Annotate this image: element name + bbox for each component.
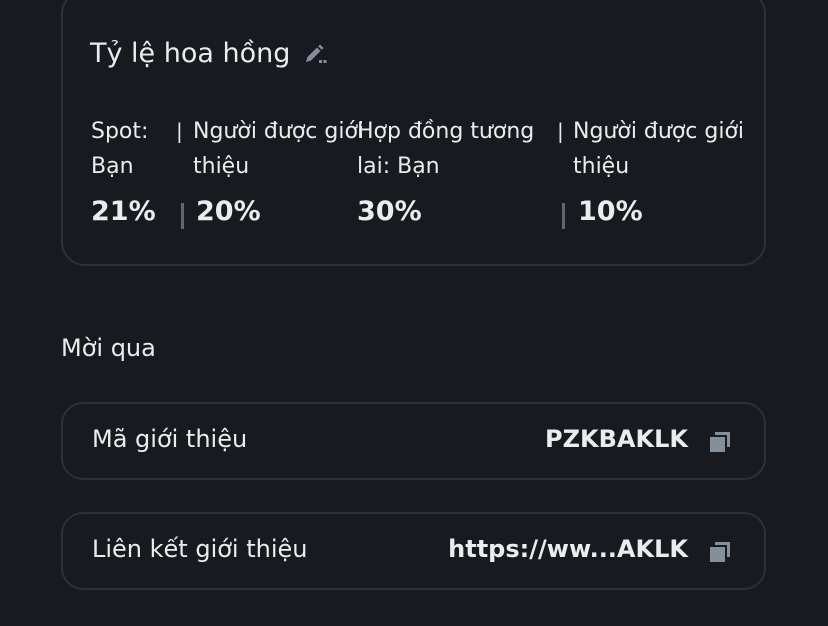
copy-code-icon[interactable]: [708, 430, 732, 454]
futures-label-line1: Hợp đồng tương: [357, 119, 535, 144]
commission-rate-header[interactable]: Tỷ lệ hoa hồng: [90, 38, 328, 69]
futures-referred-line2: thiệu: [573, 154, 630, 179]
spot-referred-line2: thiệu: [193, 154, 250, 179]
futures-label: Hợp đồng tương lai: Bạn: [357, 114, 534, 184]
spot-referred-value: 20%: [196, 196, 261, 227]
edit-icon[interactable]: [302, 41, 328, 67]
spot-label-line1: Spot:: [91, 119, 149, 144]
futures-label-line2: lai: Bạn: [357, 154, 440, 179]
spot-you-value: 21%: [91, 196, 156, 227]
referral-link-label: Liên kết giới thiệu: [92, 535, 308, 563]
spot-label: Spot: Bạn: [91, 114, 148, 184]
futures-separator: |: [557, 119, 564, 143]
futures-value-divider: [562, 203, 565, 229]
spot-referred-line1: Người được giới: [193, 119, 365, 144]
spot-value-divider: [181, 203, 184, 229]
futures-referred-label: Người được giới thiệu: [573, 114, 744, 184]
spot-referred-label: Người được giới thiệu: [193, 114, 364, 184]
commission-rate-title: Tỷ lệ hoa hồng: [90, 38, 291, 69]
futures-you-value: 30%: [357, 196, 422, 227]
copy-link-icon[interactable]: [708, 540, 732, 564]
referral-page: Tỷ lệ hoa hồng Spot: Bạn | Người được gi…: [0, 0, 828, 626]
referral-code-label: Mã giới thiệu: [92, 425, 248, 453]
referral-code-value: PZKBAKLK: [545, 425, 688, 453]
invite-section-title: Mời qua: [61, 334, 156, 362]
futures-referred-line1: Người được giới: [573, 119, 745, 144]
spot-separator: |: [176, 119, 183, 143]
spot-you-label: Bạn: [91, 154, 134, 179]
futures-referred-value: 10%: [578, 196, 643, 227]
referral-link-value: https://ww...AKLK: [448, 535, 688, 563]
